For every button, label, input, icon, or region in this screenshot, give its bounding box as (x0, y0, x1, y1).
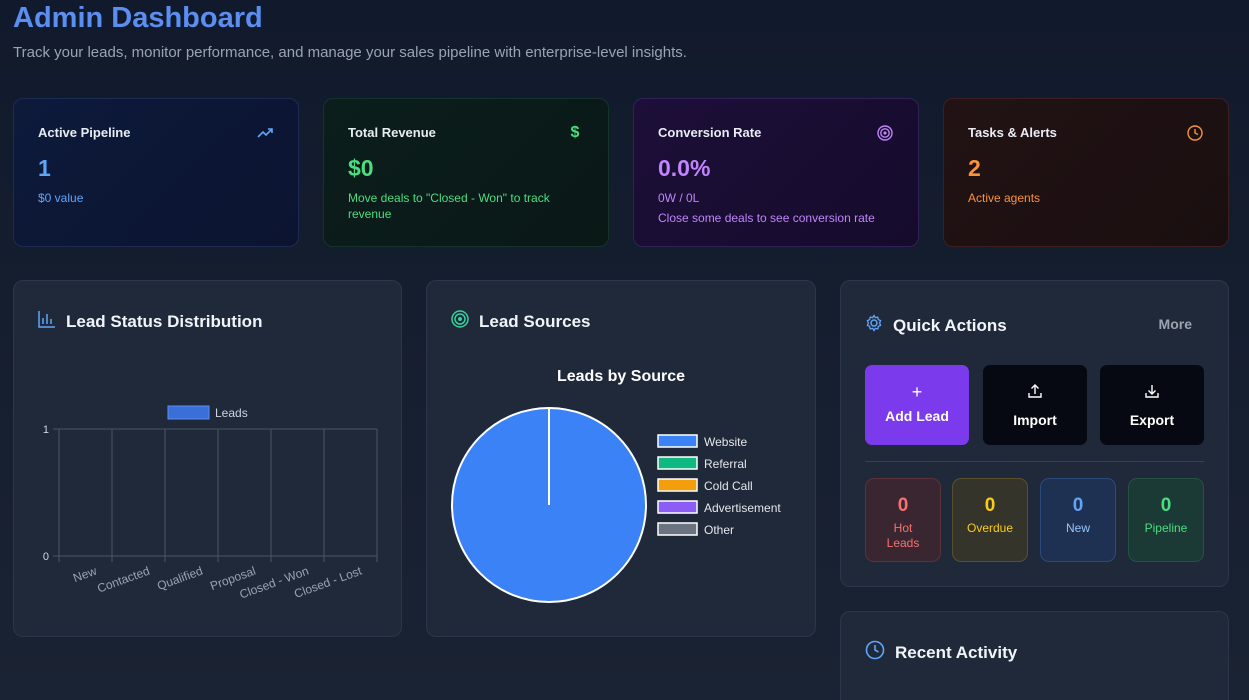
clock-icon (865, 640, 885, 665)
gear-icon (865, 314, 883, 337)
stat-title: Tasks & Alerts (968, 125, 1057, 140)
legend-swatch (167, 405, 210, 420)
x-tick-label: Qualified (155, 564, 204, 593)
stat-subtext: 0W / 0L (658, 191, 700, 205)
counter-label: New (1065, 521, 1090, 535)
counter-value: 0 (897, 495, 909, 516)
legend-swatch (657, 500, 698, 514)
lead-status-panel: Lead Status Distribution Leads 1 0 New Conta… (13, 280, 402, 637)
legend-label: Leads (215, 406, 248, 420)
counter-label: Overdue (966, 521, 1014, 535)
more-button[interactable]: More (1159, 316, 1192, 332)
legend-swatch (657, 478, 698, 492)
divider (865, 461, 1204, 462)
legend-swatch (657, 434, 698, 448)
page-title: Admin Dashboard (13, 2, 263, 34)
quick-actions-panel: Quick Actions More + Add Lead Import Exp… (840, 280, 1229, 587)
plus-icon: + (911, 382, 923, 402)
button-label: Import (1013, 411, 1057, 428)
clock-icon (1186, 124, 1204, 142)
stat-subtext-secondary: Close some deals to see conversion rate (658, 211, 875, 225)
target-icon (876, 124, 894, 142)
counter-value: 0 (984, 495, 996, 516)
new-counter[interactable]: 0 New (1040, 478, 1116, 562)
lead-sources-panel: Lead Sources Leads by Source Website Refer… (426, 280, 816, 637)
legend-label: Website (704, 435, 747, 449)
stat-value: 0.0% (658, 155, 711, 181)
download-icon (1144, 383, 1160, 402)
panel-title: Recent Activity (895, 642, 1018, 662)
stat-title: Conversion Rate (658, 125, 762, 140)
panel-title: Quick Actions (893, 315, 1007, 335)
chart-title: Leads by Source (557, 368, 685, 385)
legend-label: Referral (704, 457, 747, 471)
add-lead-button[interactable]: + Add Lead (865, 365, 969, 445)
legend-swatch (657, 522, 698, 536)
button-label: Export (1129, 411, 1175, 428)
stat-subtext: Active agents (968, 191, 1041, 205)
stat-card-tasks-alerts[interactable]: Tasks & Alerts 2 Active agents (943, 98, 1229, 247)
counter-label: Hot Leads (886, 521, 920, 550)
legend-swatch (657, 456, 698, 470)
stat-card-total-revenue[interactable]: Total Revenue $ $0 Move deals to "Closed… (323, 98, 609, 247)
lead-status-chart: Leads10NewContacted Qualified ProposalClos… (43, 405, 378, 602)
dollar-icon: $ (570, 124, 580, 141)
legend-label: Cold Call (704, 479, 753, 493)
counter-label: Pipeline (1144, 521, 1188, 535)
counter-value: 0 (1160, 495, 1172, 516)
legend-label: Other (704, 523, 734, 537)
stat-card-active-pipeline[interactable]: Active Pipeline 1 $0 value (13, 98, 299, 247)
button-label: Add Lead (885, 408, 949, 424)
trending-up-icon (256, 124, 274, 142)
recent-activity-panel: Recent Activity (840, 611, 1229, 700)
page-subtitle: Track your leads, monitor performance, a… (13, 44, 687, 61)
stat-card-conversion-rate[interactable]: Conversion Rate 0.0% 0W / 0L Close some … (633, 98, 919, 247)
stat-value: $0 (348, 155, 374, 181)
stat-value: 2 (968, 155, 981, 181)
lead-sources-chart: Leads by Source Website Referral Cold Call A… (451, 368, 781, 603)
pipeline-counter[interactable]: 0 Pipeline (1128, 478, 1204, 562)
import-button[interactable]: Import (983, 365, 1087, 445)
legend-label: Advertisement (704, 501, 781, 515)
stat-title: Active Pipeline (38, 125, 131, 140)
stat-title: Total Revenue (348, 125, 436, 140)
y-tick-label: 0 (43, 551, 49, 563)
page-header: Admin Dashboard Track your leads, monito… (13, 0, 687, 61)
stat-subtext: Move deals to "Closed - Won" to track re… (348, 191, 550, 221)
y-tick-label: 1 (43, 424, 49, 436)
export-button[interactable]: Export (1100, 365, 1204, 445)
counter-value: 0 (1072, 495, 1084, 516)
upload-icon (1027, 383, 1043, 402)
stat-value: 1 (38, 155, 51, 181)
stat-subtext: $0 value (38, 191, 84, 205)
overdue-counter[interactable]: 0 Overdue (952, 478, 1028, 562)
x-tick-label: Contacted (95, 564, 151, 596)
hot-leads-counter[interactable]: 0 Hot Leads (865, 478, 941, 562)
